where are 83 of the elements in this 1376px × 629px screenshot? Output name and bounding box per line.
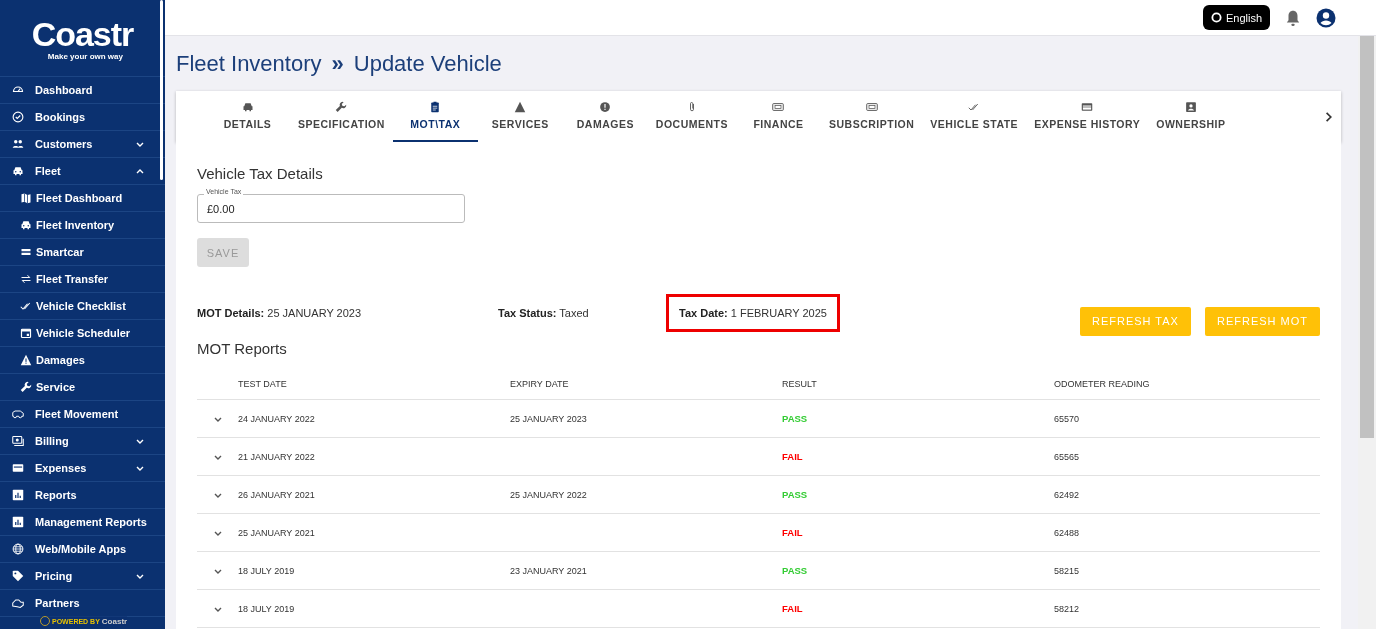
input-field[interactable]: £0.00: [197, 194, 465, 223]
warning-icon: [514, 101, 527, 113]
account-icon[interactable]: [1316, 7, 1336, 28]
clipboard-icon: [429, 101, 442, 113]
card-icon: [12, 462, 24, 474]
scrollbar[interactable]: [160, 0, 163, 180]
circle-icon: [1210, 12, 1222, 23]
sidebar-item[interactable]: Management Reports: [0, 509, 165, 536]
tab[interactable]: DOCUMENTS: [647, 91, 736, 142]
page-title: Update Vehicle: [353, 50, 502, 77]
section-title: MOT Reports: [197, 340, 288, 357]
result-cell: FAIL: [782, 451, 803, 462]
result-cell: FAIL: [782, 603, 803, 614]
section-title: Vehicle Tax Details: [197, 165, 324, 182]
double-check-icon: [20, 300, 32, 312]
banknote-icon: [865, 101, 878, 113]
column-header: RESULT: [782, 379, 818, 389]
tab[interactable]: VEHICLE STATE: [922, 91, 1027, 142]
contact-icon: [1184, 101, 1197, 113]
tab[interactable]: FINANCE: [736, 91, 821, 142]
result-cell: FAIL: [782, 527, 803, 538]
tab[interactable]: SUBSCRIPTION: [821, 91, 923, 142]
result-cell: PASS: [782, 413, 808, 424]
table-cell-text: 25 JANUARY 2021: [238, 527, 316, 538]
people-icon: [12, 138, 24, 150]
bill-icon: [12, 435, 24, 447]
summary-text: MOT Details: 25 JANUARY 2023: [196, 306, 363, 321]
wrench-icon: [335, 101, 348, 113]
table-cell-text: 65565: [1054, 451, 1081, 462]
breadcrumb-link[interactable]: Fleet Inventory: [176, 50, 322, 77]
tag-icon: [12, 570, 24, 582]
table-cell-text: 23 JANUARY 2021: [510, 565, 588, 576]
tab[interactable]: EXPENSE HISTORY: [1026, 91, 1149, 142]
wrench-icon: [20, 381, 32, 393]
banknote-icon: [772, 101, 785, 113]
tab[interactable]: DAMAGES: [562, 91, 648, 142]
column-header: TEST DATE: [238, 379, 288, 389]
column-header: EXPIRY DATE: [510, 379, 570, 389]
column-header: ODOMETER READING: [1054, 379, 1151, 389]
table-cell-text: 62492: [1054, 489, 1081, 500]
language-button[interactable]: English: [1202, 5, 1270, 30]
chart-icon: [12, 516, 24, 528]
tagline: Make your own way: [47, 51, 123, 61]
arrows-icon: [20, 273, 32, 285]
map-icon: [20, 192, 32, 204]
table-cell-text: 18 JULY 2019: [238, 565, 296, 576]
scrollbar[interactable]: [1358, 36, 1376, 629]
table-cell-text: 25 JANUARY 2023: [510, 413, 588, 424]
tab[interactable]: SERVICES: [477, 91, 563, 142]
car-icon: [20, 219, 32, 231]
card-icon: [1081, 101, 1094, 113]
summary-text: Tax Date: 1 FEBRUARY 2025: [666, 294, 840, 332]
tab[interactable]: SPECIFICATION: [290, 91, 393, 142]
table-cell-text: 25 JANUARY 2022: [510, 489, 588, 500]
table-cell-text: 62488: [1054, 527, 1081, 538]
car-icon: [12, 165, 24, 177]
logo: Coastr: [31, 15, 134, 52]
powered-by-logo: Coastr: [101, 616, 128, 626]
result-cell: PASS: [782, 565, 808, 576]
sidebar-item[interactable]: Reports: [0, 482, 165, 509]
summary-text: Tax Status: Taxed: [497, 306, 590, 321]
table-cell-text: 58215: [1054, 565, 1081, 576]
sidebar-item[interactable]: Expenses: [0, 455, 165, 482]
table-cell-text: 24 JANUARY 2022: [238, 413, 316, 424]
table-cell-text: 65570: [1054, 413, 1081, 424]
globe-icon: [12, 543, 24, 555]
bell-icon[interactable]: [1284, 8, 1302, 27]
check-circle-icon: [12, 111, 24, 123]
tab[interactable]: DETAILS: [205, 91, 290, 142]
tab[interactable]: OWNERSHIP: [1148, 91, 1234, 142]
alert-circle-icon: [599, 101, 612, 113]
breadcrumb-separator: »: [331, 50, 344, 77]
double-check-icon: [968, 101, 981, 113]
warning-icon: [20, 354, 32, 366]
calendar-icon: [20, 327, 32, 339]
table-cell-text: 21 JANUARY 2022: [238, 451, 316, 462]
chart-icon: [12, 489, 24, 501]
table-cell-text: 58212: [1054, 603, 1081, 614]
table-cell-text: 18 JULY 2019: [238, 603, 296, 614]
result-cell: PASS: [782, 489, 808, 500]
table-cell-text: 26 JANUARY 2021: [238, 489, 316, 500]
bars-icon: [20, 246, 32, 258]
car-icon: [241, 101, 254, 113]
